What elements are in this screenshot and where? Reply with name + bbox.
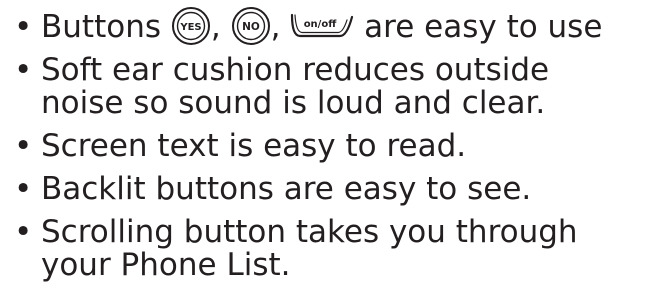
list-item-text: Soft ear cushion reduces outside [41, 52, 550, 88]
no-button-label: NO [242, 21, 260, 33]
list-item-text: Screen text is easy to read. [41, 128, 467, 164]
list-item-buttons: • Buttons YES , NO , on/off are easy to … [14, 2, 654, 52]
list-item-text: Backlit buttons are easy to see. [41, 171, 532, 207]
bullet: • [14, 9, 33, 45]
bullet: • [14, 128, 33, 164]
bullet: • [14, 171, 33, 207]
onoff-button-label: on/off [304, 19, 338, 30]
list-item-backlit: • Backlit buttons are easy to see. [14, 173, 654, 206]
yes-button-icon: YES [171, 6, 211, 46]
list-item-screen-text: • Screen text is easy to read. [14, 130, 654, 163]
yes-button-label: YES [179, 22, 201, 33]
bullet: • [14, 214, 33, 250]
list-item-text: noise so sound is loud and clear. [41, 85, 546, 121]
bullet: • [14, 52, 33, 88]
onoff-button-icon: on/off [290, 11, 354, 41]
no-button-icon: NO [231, 6, 271, 46]
buttons-text: Buttons [41, 9, 161, 45]
list-item-ear-cushion: • Soft ear cushion reduces outside noise… [14, 54, 654, 120]
separator: , [270, 9, 281, 45]
feature-list: • Buttons YES , NO , on/off are easy to … [14, 2, 654, 282]
list-item-text: Scrolling button takes you through [41, 214, 578, 250]
are-easy-text: are easy to use [364, 9, 603, 45]
separator: , [210, 9, 221, 45]
list-item-scrolling: • Scrolling button takes you through you… [14, 216, 654, 282]
